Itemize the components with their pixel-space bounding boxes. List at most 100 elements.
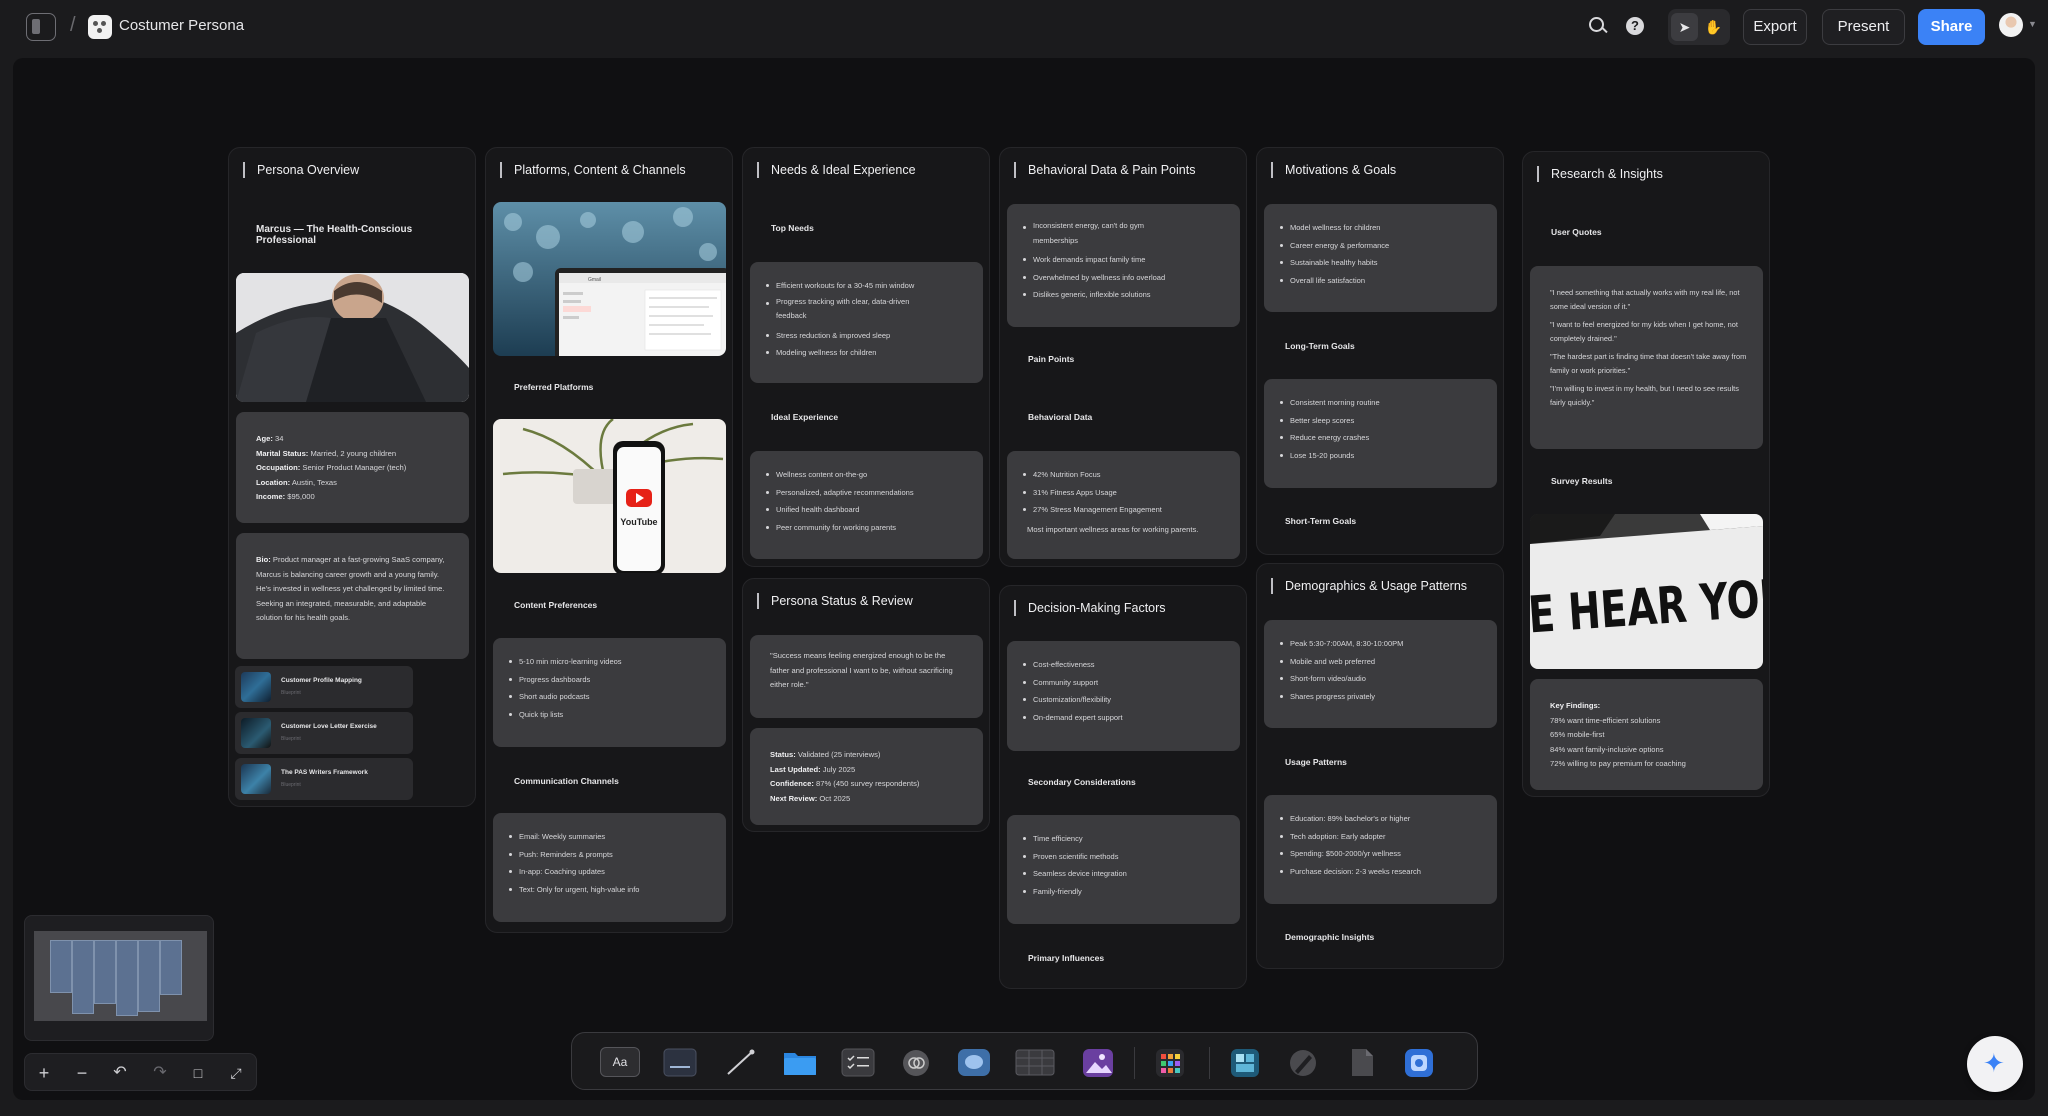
motivations-card[interactable]: Model wellness for children Career energ…	[1264, 204, 1497, 312]
list-item: Proven scientific methods	[1023, 848, 1127, 866]
list-item: 42% Nutrition Focus	[1023, 466, 1162, 484]
toolbar-divider	[1134, 1047, 1135, 1079]
folder-icon[interactable]	[782, 1047, 822, 1078]
ideal-experience-card[interactable]: Wellness content on-the-go Personalized,…	[750, 451, 983, 559]
section-label: Short-Term Goals	[1285, 516, 1357, 526]
cursor-mode-toggle: ➤ ✋	[1668, 9, 1730, 45]
section-label: Behavioral Data	[1028, 412, 1093, 422]
minimap[interactable]	[24, 915, 214, 1041]
column-title: Behavioral Data & Pain Points	[1014, 162, 1195, 178]
list-item: Quick tip lists	[509, 706, 622, 724]
top-needs-card[interactable]: Efficient workouts for a 30-45 min windo…	[750, 262, 983, 383]
text-tool-button[interactable]: Aa	[600, 1047, 640, 1077]
chevron-down-icon[interactable]: ▼	[2028, 19, 2037, 29]
list-item: In-app: Coaching updates	[508, 863, 639, 881]
line-icon[interactable]	[722, 1047, 762, 1078]
present-button[interactable]: Present	[1822, 9, 1905, 45]
search-icon[interactable]	[1587, 15, 1609, 37]
youtube-phone-photo: YouTube	[493, 419, 726, 573]
table-icon[interactable]	[1014, 1047, 1055, 1078]
crop-icon[interactable]: □	[187, 1062, 209, 1084]
status-row: Last Updated: July 2025	[770, 764, 856, 774]
list-item: Lose 15-20 pounds	[1280, 447, 1380, 465]
status-card[interactable]: Status: Validated (25 interviews) Last U…	[750, 728, 983, 825]
blueprint-thumbnail	[241, 672, 271, 702]
minimap-block	[160, 940, 182, 995]
list-item: 5-10 min micro-learning videos	[509, 653, 622, 671]
key-findings: Key Findings: 78% want time-efficient so…	[1550, 701, 1686, 768]
document-title[interactable]: Costumer Persona	[119, 17, 244, 34]
blueprint-link[interactable]: The PAS Writers Framework Blueprint	[235, 758, 413, 800]
help-icon[interactable]: ?	[1624, 15, 1646, 37]
user-quotes-card[interactable]: "I need something that actually works wi…	[1530, 266, 1763, 449]
persona-quote-card[interactable]: "Success means feeling energized enough …	[750, 635, 983, 718]
sidebar-toggle-icon[interactable]	[26, 13, 56, 41]
minus-icon[interactable]: −	[71, 1062, 93, 1084]
image-icon[interactable]	[1080, 1047, 1120, 1078]
list-item: Email: Weekly summaries	[508, 828, 639, 846]
ai-assistant-icon[interactable]	[1401, 1047, 1441, 1078]
list-item: Consistent morning routine	[1280, 394, 1380, 412]
blueprint-link[interactable]: Customer Profile Mapping Blueprint	[235, 666, 413, 708]
behavioral-data-card[interactable]: 42% Nutrition Focus 31% Fitness Apps Usa…	[1007, 451, 1240, 559]
demographic-insights-card[interactable]: Education: 89% bachelor's or higher Tech…	[1264, 795, 1497, 904]
plus-icon[interactable]: +	[33, 1062, 55, 1084]
minimap-block	[116, 940, 138, 1016]
long-term-goals-card[interactable]: Consistent morning routine Better sleep …	[1264, 379, 1497, 488]
decision-making-column[interactable]: Decision-Making Factors Cost-effectivene…	[999, 585, 1247, 989]
list-item: 31% Fitness Apps Usage	[1023, 484, 1162, 502]
checklist-icon[interactable]	[840, 1047, 880, 1078]
usage-patterns-card[interactable]: Peak 5:30-7:00AM, 8:30-10:00PM Mobile an…	[1264, 620, 1497, 728]
communication-channels-card[interactable]: Email: Weekly summaries Push: Reminders …	[493, 813, 726, 922]
redo-icon[interactable]: ↷	[149, 1062, 171, 1084]
motivations-column[interactable]: Motivations & Goals Model wellness for c…	[1256, 147, 1504, 555]
key-findings-card[interactable]: Key Findings: 78% want time-efficient so…	[1530, 679, 1763, 790]
insert-toolbar: Aa	[571, 1032, 1478, 1090]
primary-influences-card[interactable]: Cost-effectiveness Community support Cus…	[1007, 641, 1240, 751]
export-button[interactable]: Export	[1743, 9, 1807, 45]
share-button[interactable]: Share	[1918, 9, 1985, 45]
column-title: Platforms, Content & Channels	[500, 162, 686, 178]
behavioral-column[interactable]: Behavioral Data & Pain Points Inconsiste…	[999, 147, 1247, 567]
pen-icon[interactable]	[1285, 1047, 1325, 1078]
sticky-note-icon[interactable]	[662, 1047, 702, 1078]
list-item: Peak 5:30-7:00AM, 8:30-10:00PM	[1279, 635, 1403, 653]
hand-icon[interactable]: ✋	[1700, 13, 1727, 41]
page-icon[interactable]	[1343, 1047, 1383, 1078]
pain-points-card[interactable]: Inconsistent energy, can't do gym member…	[1007, 204, 1240, 327]
section-label: Long-Term Goals	[1285, 341, 1355, 351]
platforms-column[interactable]: Platforms, Content & Channels Gmail Pref…	[485, 147, 733, 933]
avatar[interactable]	[1999, 13, 2023, 37]
blueprint-icon[interactable]	[1227, 1047, 1267, 1078]
list-item: 27% Stress Management Engagement	[1023, 501, 1162, 519]
toolbar-divider	[1209, 1047, 1210, 1079]
list-item: Customization/flexibility	[1023, 691, 1123, 709]
list-item: Education: 89% bachelor's or higher	[1280, 810, 1421, 828]
persona-status-column[interactable]: Persona Status & Review "Success means f…	[742, 578, 990, 832]
list-item: Wellness content on-the-go	[766, 466, 914, 484]
persona-details-card[interactable]: Age: 34 Marital Status: Married, 2 young…	[236, 412, 469, 523]
needs-column[interactable]: Needs & Ideal Experience Top Needs Effic…	[742, 147, 990, 567]
list-item: Unified health dashboard	[766, 501, 914, 519]
persona-overview-column[interactable]: Persona Overview Marcus — The Health-Con…	[228, 147, 476, 807]
user-quote: "I need something that actually works wi…	[1550, 288, 1740, 311]
comment-icon[interactable]	[956, 1047, 996, 1078]
content-preferences-card[interactable]: 5-10 min micro-learning videos Progress …	[493, 638, 726, 747]
list-item: Mobile and web preferred	[1279, 653, 1403, 671]
demographics-column[interactable]: Demographics & Usage Patterns Peak 5:30-…	[1256, 563, 1504, 969]
research-column[interactable]: Research & Insights User Quotes "I need …	[1522, 151, 1770, 797]
sparkle-icon[interactable]: ✦	[1967, 1036, 2023, 1092]
secondary-considerations-card[interactable]: Time efficiency Proven scientific method…	[1007, 815, 1240, 924]
svg-text:Gmail: Gmail	[588, 277, 601, 283]
link-icon[interactable]	[898, 1047, 938, 1078]
apps-grid-icon[interactable]	[1152, 1047, 1192, 1078]
pointer-icon[interactable]: ➤	[1671, 13, 1698, 41]
detail-marital: Marital Status: Married, 2 young childre…	[256, 448, 397, 458]
blueprint-link[interactable]: Customer Love Letter Exercise Blueprint	[235, 712, 413, 754]
expand-icon[interactable]: ⤢	[225, 1062, 247, 1084]
list-item: Community support	[1023, 674, 1123, 692]
persona-bio-card[interactable]: Bio: Product manager at a fast-growing S…	[236, 533, 469, 659]
undo-icon[interactable]: ↶	[109, 1062, 131, 1084]
list-item: Overwhelmed by wellness info overload	[1023, 269, 1183, 287]
list-item: Peer community for working parents	[766, 519, 914, 537]
